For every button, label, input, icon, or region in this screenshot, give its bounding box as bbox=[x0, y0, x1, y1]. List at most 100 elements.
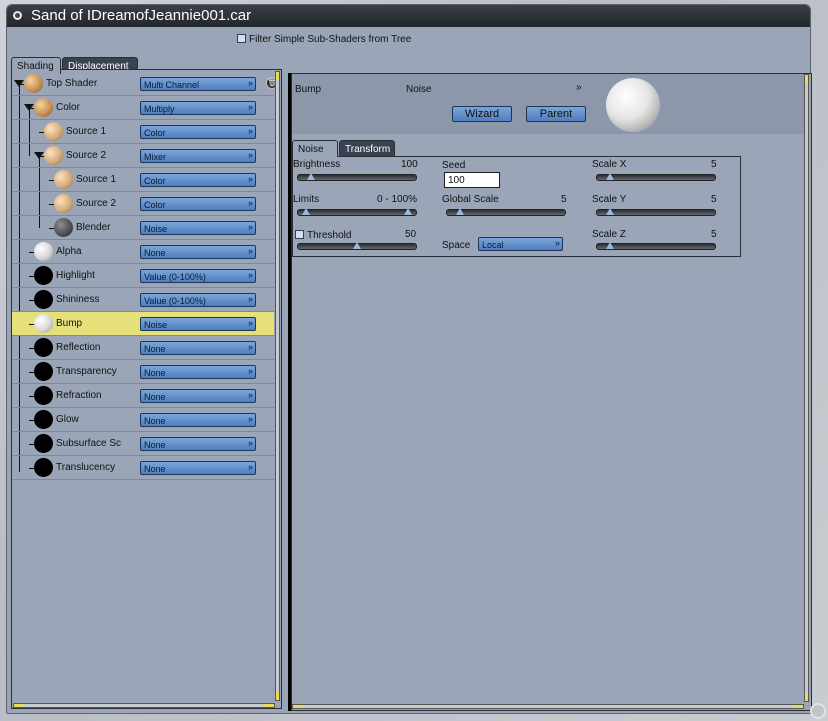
threshold-label: Threshold bbox=[307, 230, 352, 241]
shader-type-value: None bbox=[144, 416, 166, 426]
tab-shading[interactable]: Shading bbox=[11, 57, 61, 74]
shader-type-value: None bbox=[144, 392, 166, 402]
filter-checkbox-row[interactable]: Filter Simple Sub-Shaders from Tree bbox=[237, 34, 411, 45]
brightness-label: Brightness bbox=[293, 159, 341, 170]
tree-row-bump[interactable]: Bump Noise » bbox=[12, 312, 274, 336]
threshold-slider[interactable] bbox=[297, 242, 417, 250]
chevron-down-icon: » bbox=[247, 246, 253, 256]
tree-row-label: Top Shader bbox=[46, 78, 98, 89]
shader-type-dropdown[interactable]: Mixer » bbox=[140, 149, 256, 163]
right-vertical-scrollbar[interactable] bbox=[804, 74, 809, 702]
scale-y-slider[interactable] bbox=[596, 208, 716, 216]
slider-knob[interactable] bbox=[456, 208, 465, 215]
shader-type-dropdown[interactable]: None » bbox=[140, 461, 256, 475]
parent-button[interactable]: Parent bbox=[526, 106, 586, 122]
tree-row-source-1[interactable]: Source 1 Color » bbox=[12, 168, 274, 192]
limits-slider[interactable] bbox=[297, 208, 417, 216]
left-vertical-scrollbar[interactable] bbox=[275, 71, 280, 701]
shader-type-value: None bbox=[144, 464, 166, 474]
shader-thumbnail-icon bbox=[34, 290, 53, 309]
brightness-value: 100 bbox=[401, 159, 418, 170]
shader-thumbnail-icon bbox=[44, 146, 63, 165]
tree-row-highlight[interactable]: Highlight Value (0-100%) » bbox=[12, 264, 274, 288]
slider-knob[interactable] bbox=[353, 242, 361, 249]
tree-row-subsurface-sc[interactable]: Subsurface Sc None » bbox=[12, 432, 274, 456]
space-dropdown[interactable]: Local » bbox=[478, 237, 563, 251]
tree-row-label: Subsurface Sc bbox=[56, 438, 122, 449]
tree-row-source-2[interactable]: Source 2 Color » bbox=[12, 192, 274, 216]
shader-thumbnail-icon bbox=[44, 122, 63, 141]
shader-type-dropdown[interactable]: Multi Channel » bbox=[140, 77, 256, 91]
shader-type-dropdown[interactable]: None » bbox=[140, 389, 256, 403]
shader-thumbnail-icon bbox=[34, 362, 53, 381]
tab-noise[interactable]: Noise bbox=[292, 140, 338, 157]
scroll-thumb[interactable] bbox=[805, 693, 808, 701]
scroll-thumb[interactable] bbox=[276, 72, 279, 80]
tree-row-color[interactable]: Color Multiply » bbox=[12, 96, 274, 120]
scroll-thumb[interactable] bbox=[805, 75, 808, 83]
tree-row-source-1[interactable]: Source 1 Color » bbox=[12, 120, 274, 144]
threshold-checkbox[interactable] bbox=[295, 230, 304, 239]
left-horizontal-scrollbar[interactable] bbox=[13, 703, 275, 708]
slider-knob[interactable] bbox=[606, 208, 615, 215]
slider-knob[interactable] bbox=[606, 173, 615, 180]
scroll-thumb[interactable] bbox=[793, 705, 803, 708]
brightness-slider[interactable] bbox=[297, 173, 417, 181]
shader-type-dropdown[interactable]: Value (0-100%) » bbox=[140, 269, 256, 283]
shader-type-dropdown[interactable]: Noise » bbox=[140, 317, 256, 331]
tree-row-label: Alpha bbox=[56, 246, 82, 257]
scroll-thumb[interactable] bbox=[264, 704, 274, 707]
shader-type-dropdown[interactable]: None » bbox=[140, 437, 256, 451]
tree-row-label: Reflection bbox=[56, 342, 101, 353]
tree-row-refraction[interactable]: Refraction None » bbox=[12, 384, 274, 408]
shader-type-dropdown[interactable]: None » bbox=[140, 341, 256, 355]
scroll-thumb[interactable] bbox=[14, 704, 24, 707]
tree-row-shininess[interactable]: Shininess Value (0-100%) » bbox=[12, 288, 274, 312]
shader-type-dropdown[interactable]: Noise » bbox=[140, 221, 256, 235]
tree-row-label: Glow bbox=[56, 414, 79, 425]
scale-y-value: 5 bbox=[711, 194, 717, 205]
slider-knob[interactable] bbox=[307, 173, 316, 180]
threshold-row[interactable]: Threshold bbox=[295, 230, 351, 241]
tree-row-translucency[interactable]: Translucency None » bbox=[12, 456, 274, 480]
tree-row-glow[interactable]: Glow None » bbox=[12, 408, 274, 432]
slider-knob[interactable] bbox=[404, 208, 412, 215]
shader-type-dropdown[interactable]: None » bbox=[140, 413, 256, 427]
scale-z-slider[interactable] bbox=[596, 242, 716, 250]
shader-type-dropdown[interactable]: None » bbox=[140, 365, 256, 379]
shader-type-dropdown[interactable]: Multiply » bbox=[140, 101, 256, 115]
chevron-down-icon: » bbox=[247, 414, 253, 424]
tree-row-reflection[interactable]: Reflection None » bbox=[12, 336, 274, 360]
chevron-down-icon[interactable]: » bbox=[576, 82, 582, 93]
filter-checkbox[interactable] bbox=[237, 34, 246, 43]
seed-input[interactable]: 100 bbox=[444, 172, 500, 188]
tree-row-top-shader[interactable]: Top Shader Multi Channel » bbox=[12, 72, 274, 96]
slider-knob[interactable] bbox=[606, 242, 615, 249]
title-bar[interactable]: Sand of IDreamofJeannie001.car bbox=[7, 5, 810, 27]
shader-type-dropdown[interactable]: None » bbox=[140, 245, 256, 259]
tree-row-blender[interactable]: Blender Noise » bbox=[12, 216, 274, 240]
shader-type-dropdown[interactable]: Color » bbox=[140, 125, 256, 139]
shader-type-dropdown[interactable]: Value (0-100%) » bbox=[140, 293, 256, 307]
tab-transform[interactable]: Transform bbox=[339, 140, 395, 157]
scroll-thumb[interactable] bbox=[276, 692, 279, 700]
scale-x-slider[interactable] bbox=[596, 173, 716, 181]
wizard-button[interactable]: Wizard bbox=[452, 106, 512, 122]
tree-row-source-2[interactable]: Source 2 Mixer » bbox=[12, 144, 274, 168]
slider-knob[interactable] bbox=[302, 208, 310, 215]
window-menu-icon[interactable] bbox=[13, 11, 22, 20]
shader-properties-panel: Bump Noise » Wizard Parent Noise Transfo… bbox=[291, 73, 812, 711]
resize-handle-icon[interactable] bbox=[810, 703, 826, 719]
shader-type-dropdown[interactable]: Color » bbox=[140, 173, 256, 187]
tree-row-alpha[interactable]: Alpha None » bbox=[12, 240, 274, 264]
chevron-down-icon: » bbox=[247, 126, 253, 136]
right-horizontal-scrollbar[interactable] bbox=[292, 704, 804, 709]
scroll-thumb[interactable] bbox=[293, 705, 303, 708]
global-scale-slider[interactable] bbox=[446, 208, 566, 216]
tree-row-transparency[interactable]: Transparency None » bbox=[12, 360, 274, 384]
shader-type-value: Multi Channel bbox=[144, 80, 200, 90]
shader-type-dropdown[interactable]: Color » bbox=[140, 197, 256, 211]
channel-name: Bump bbox=[295, 84, 322, 95]
shader-type-value: None bbox=[144, 440, 166, 450]
tree-row-label: Source 2 bbox=[66, 150, 107, 161]
